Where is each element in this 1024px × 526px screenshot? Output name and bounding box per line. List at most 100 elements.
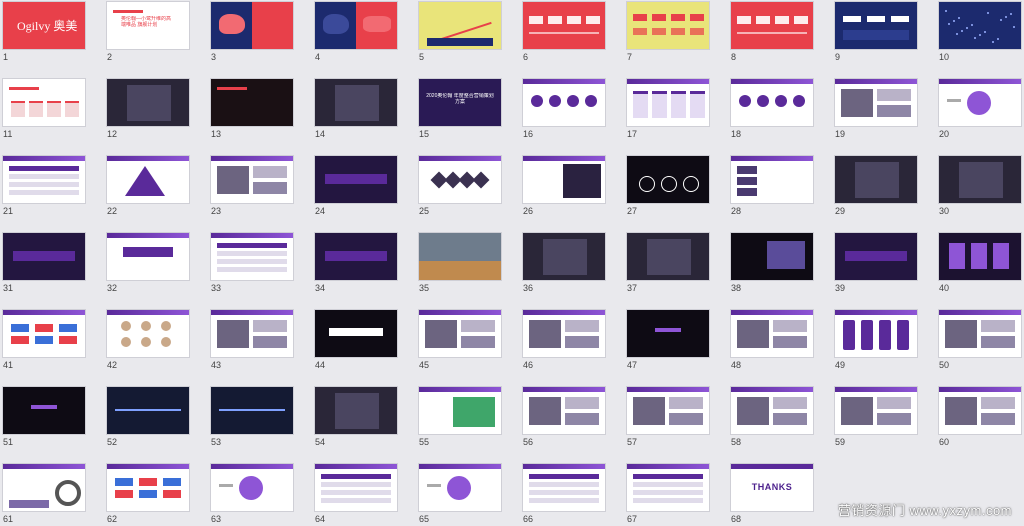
slide-preview[interactable]: 奥伦翰—小鹭升维的高端唯品 旗舰计划 (107, 2, 189, 49)
slide-thumbnail-16[interactable]: 16 (521, 79, 607, 141)
slide-thumbnail-40[interactable]: 40 (937, 233, 1023, 295)
slide-thumbnail-26[interactable]: 26 (521, 156, 607, 218)
slide-preview[interactable] (315, 233, 397, 280)
slide-thumbnail-36[interactable]: 36 (521, 233, 607, 295)
slide-thumbnail-5[interactable]: 5 (417, 2, 503, 64)
slide-thumbnail-34[interactable]: 34 (313, 233, 399, 295)
slide-preview[interactable] (107, 464, 189, 511)
slide-thumbnail-6[interactable]: 6 (521, 2, 607, 64)
slide-thumbnail-13[interactable]: 13 (209, 79, 295, 141)
slide-preview[interactable] (315, 79, 397, 126)
slide-thumbnail-18[interactable]: 18 (729, 79, 815, 141)
slide-thumbnail-66[interactable]: 66 (521, 464, 607, 526)
slide-thumbnail-20[interactable]: 20 (937, 79, 1023, 141)
slide-preview[interactable] (315, 387, 397, 434)
slide-thumbnail-35[interactable]: 35 (417, 233, 503, 295)
slide-preview[interactable] (523, 387, 605, 434)
slide-preview[interactable] (939, 156, 1021, 203)
slide-thumbnail-22[interactable]: 22 (105, 156, 191, 218)
slide-preview[interactable] (419, 387, 501, 434)
slide-thumbnail-30[interactable]: 30 (937, 156, 1023, 218)
slide-preview[interactable] (211, 156, 293, 203)
slide-preview[interactable] (939, 79, 1021, 126)
slide-preview[interactable] (419, 156, 501, 203)
slide-thumbnail-60[interactable]: 60 (937, 387, 1023, 449)
slide-thumbnail-39[interactable]: 39 (833, 233, 919, 295)
slide-preview[interactable] (419, 464, 501, 511)
slide-thumbnail-46[interactable]: 46 (521, 310, 607, 372)
slide-thumbnail-10[interactable]: 10 (937, 2, 1023, 64)
slide-thumbnail-24[interactable]: 24 (313, 156, 399, 218)
slide-preview[interactable] (419, 2, 501, 49)
slide-preview[interactable] (523, 310, 605, 357)
slide-preview[interactable] (627, 79, 709, 126)
slide-thumbnail-63[interactable]: 63 (209, 464, 295, 526)
slide-preview[interactable] (939, 2, 1021, 49)
slide-preview[interactable] (211, 387, 293, 434)
slide-preview[interactable]: Ogilvy 奥美 (3, 2, 85, 49)
slide-preview[interactable] (939, 233, 1021, 280)
slide-preview[interactable] (107, 387, 189, 434)
slide-preview[interactable] (107, 233, 189, 280)
slide-preview[interactable] (211, 464, 293, 511)
slide-preview[interactable] (3, 233, 85, 280)
slide-preview[interactable]: 2020奥伦翰 年度整合营销策划方案 (419, 79, 501, 126)
slide-thumbnail-4[interactable]: 4 (313, 2, 399, 64)
slide-preview[interactable] (3, 464, 85, 511)
slide-preview[interactable] (3, 156, 85, 203)
slide-thumbnail-53[interactable]: 53 (209, 387, 295, 449)
slide-thumbnail-41[interactable]: 41 (1, 310, 87, 372)
slide-preview[interactable] (315, 156, 397, 203)
slide-thumbnail-65[interactable]: 65 (417, 464, 503, 526)
slide-preview[interactable]: THANKS (731, 464, 813, 511)
slide-preview[interactable] (835, 79, 917, 126)
slide-preview[interactable] (523, 2, 605, 49)
slide-thumbnail-59[interactable]: 59 (833, 387, 919, 449)
slide-preview[interactable] (731, 2, 813, 49)
slide-preview[interactable] (627, 464, 709, 511)
slide-thumbnail-23[interactable]: 23 (209, 156, 295, 218)
slide-preview[interactable] (627, 156, 709, 203)
slide-preview[interactable] (731, 310, 813, 357)
slide-preview[interactable] (315, 464, 397, 511)
slide-preview[interactable] (523, 156, 605, 203)
slide-preview[interactable] (3, 79, 85, 126)
slide-preview[interactable] (211, 2, 293, 49)
slide-thumbnail-14[interactable]: 14 (313, 79, 399, 141)
slide-preview[interactable] (107, 310, 189, 357)
slide-preview[interactable] (627, 310, 709, 357)
slide-thumbnail-9[interactable]: 9 (833, 2, 919, 64)
slide-thumbnail-21[interactable]: 21 (1, 156, 87, 218)
slide-thumbnail-48[interactable]: 48 (729, 310, 815, 372)
slide-thumbnail-56[interactable]: 56 (521, 387, 607, 449)
slide-thumbnail-64[interactable]: 64 (313, 464, 399, 526)
slide-thumbnail-57[interactable]: 57 (625, 387, 711, 449)
slide-thumbnail-7[interactable]: 7 (625, 2, 711, 64)
slide-thumbnail-15[interactable]: 2020奥伦翰 年度整合营销策划方案 15 (417, 79, 503, 141)
slide-preview[interactable] (731, 387, 813, 434)
slide-preview[interactable] (627, 2, 709, 49)
slide-preview[interactable] (835, 2, 917, 49)
slide-thumbnail-31[interactable]: 31 (1, 233, 87, 295)
slide-preview[interactable] (731, 156, 813, 203)
slide-preview[interactable] (835, 156, 917, 203)
slide-preview[interactable] (315, 310, 397, 357)
slide-thumbnail-33[interactable]: 33 (209, 233, 295, 295)
slide-preview[interactable] (3, 387, 85, 434)
slide-thumbnail-2[interactable]: 奥伦翰—小鹭升维的高端唯品 旗舰计划 2 (105, 2, 191, 64)
slide-preview[interactable] (627, 233, 709, 280)
slide-thumbnail-12[interactable]: 12 (105, 79, 191, 141)
slide-preview[interactable] (211, 310, 293, 357)
slide-thumbnail-44[interactable]: 44 (313, 310, 399, 372)
slide-preview[interactable] (107, 79, 189, 126)
slide-preview[interactable] (731, 79, 813, 126)
slide-preview[interactable] (523, 233, 605, 280)
slide-preview[interactable] (3, 310, 85, 357)
slide-thumbnail-8[interactable]: 8 (729, 2, 815, 64)
slide-thumbnail-47[interactable]: 47 (625, 310, 711, 372)
slide-preview[interactable] (419, 233, 501, 280)
slide-preview[interactable] (523, 79, 605, 126)
slide-preview[interactable] (939, 387, 1021, 434)
slide-thumbnail-37[interactable]: 37 (625, 233, 711, 295)
slide-thumbnail-3[interactable]: 3 (209, 2, 295, 64)
